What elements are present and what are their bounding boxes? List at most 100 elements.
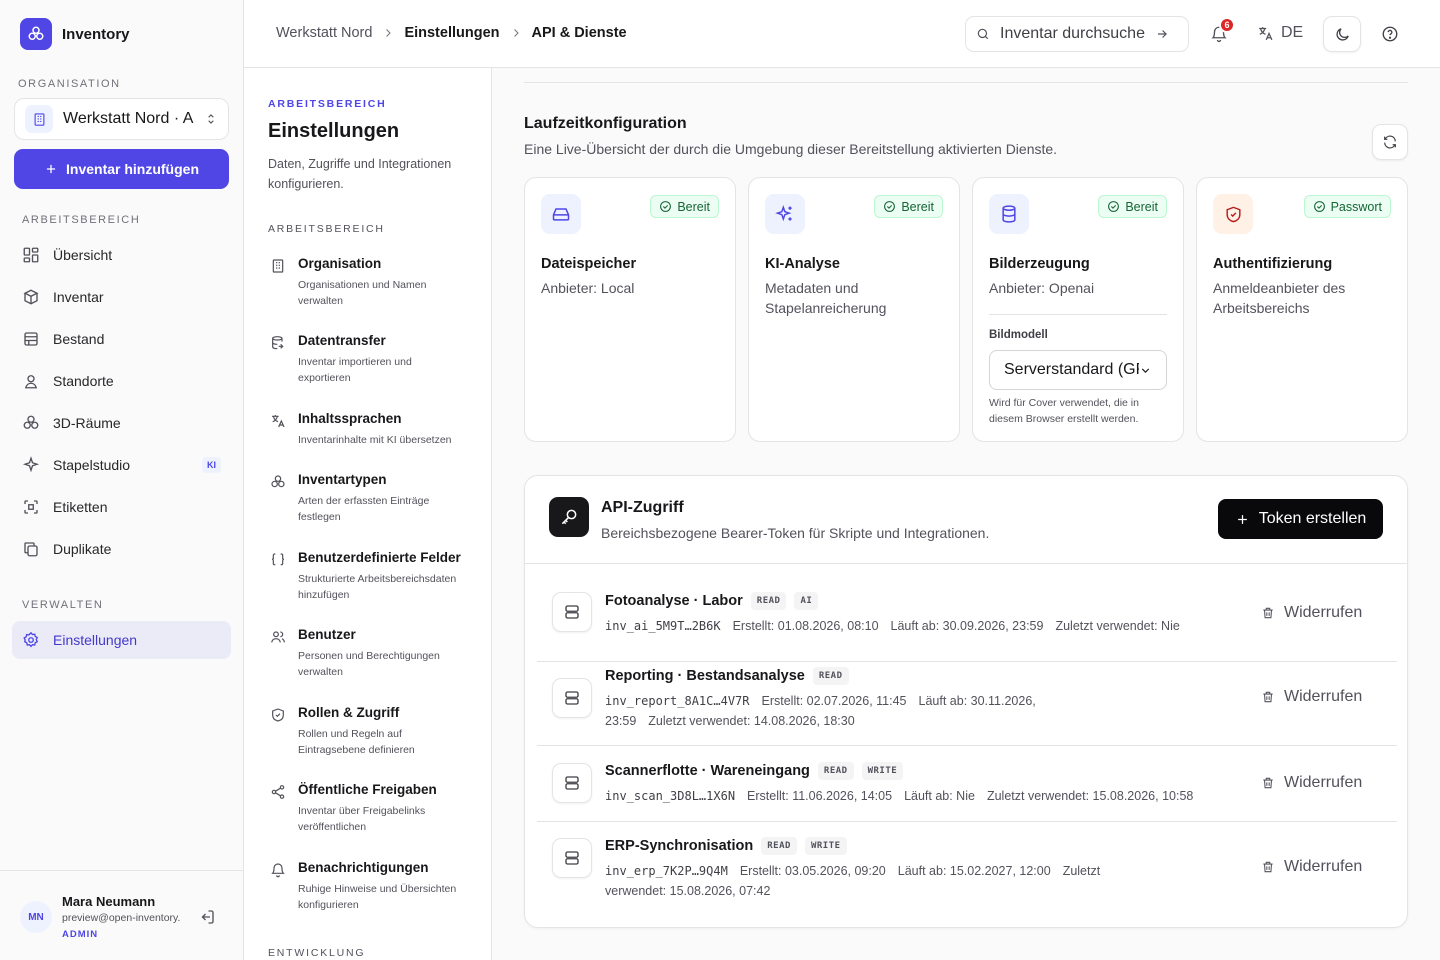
image-model-hint: Wird für Cover verwendet, die in diesem … (989, 397, 1139, 425)
subnav-kicker: ARBEITSBEREICH (268, 98, 387, 110)
scope-badge: AI (794, 592, 819, 610)
subnav-item-desc: Inventar über Freigabelinks veröffentlic… (298, 805, 426, 833)
org-switcher[interactable]: Werkstatt Nord · Ausleihe (14, 98, 229, 140)
token-created: Erstellt: 11.06.2026, 14:05 (747, 789, 893, 803)
trash-icon (1263, 691, 1273, 703)
shield-icon (1213, 194, 1253, 234)
nav-batch-studio[interactable]: Stapelstudio KI (12, 446, 231, 484)
token-meta: inv_ai_5M9T…2B6K Erstellt: 01.08.2026, 08… (605, 616, 1245, 636)
language-switcher[interactable]: DE (1257, 24, 1303, 42)
create-token-button[interactable]: Token erstellen (1218, 499, 1383, 539)
nav-label: Inventar (53, 289, 104, 305)
nav-label: Standorte (53, 373, 114, 389)
image-model-select[interactable]: Serverstandard (GPT Image) (989, 350, 1167, 390)
search-input[interactable] (1000, 25, 1145, 43)
revoke-button[interactable]: Widerrufen (1261, 688, 1362, 706)
trash-icon (1263, 777, 1273, 789)
revoke-button[interactable]: Widerrufen (1261, 604, 1362, 622)
service-description: Anbieter: Local (541, 280, 635, 296)
token-meta: inv_scan_3D8L…1X6N Erstellt: 11.06.2026, … (605, 786, 1245, 806)
service-name: Authentifizierung (1213, 256, 1333, 272)
token-header: Fotoanalyse · Labor READ AI (605, 592, 819, 610)
revoke-button[interactable]: Widerrufen (1261, 774, 1362, 792)
add-inventory-label: Inventar hinzufügen (66, 161, 199, 177)
user-role: ADMIN (62, 929, 99, 940)
token-row: ERP-Synchronisation READ WRITE inv_erp_7… (537, 822, 1397, 912)
check-circle-icon (1108, 201, 1120, 212)
scope-badge: READ (817, 762, 854, 780)
dashboard-icon (23, 247, 39, 263)
language-label: DE (1281, 24, 1304, 41)
nav-inventory[interactable]: Inventar (12, 278, 231, 316)
token-key: inv_erp_7K2P…9Q4M (605, 864, 728, 878)
arrow-right-icon[interactable] (1155, 27, 1169, 41)
nav-locations[interactable]: Standorte (12, 362, 231, 400)
token-row: Reporting · Bestandsanalyse READ inv_rep… (537, 662, 1397, 746)
status-badge: Bereit (650, 195, 719, 218)
subnav-item-title: Rollen & Zugriff (298, 705, 400, 720)
nav-3d-rooms[interactable]: 3D-Räume (12, 404, 231, 442)
service-name: KI-Analyse (765, 256, 840, 272)
token-created: Erstellt: 02.07.2026, 11:45 (761, 694, 907, 708)
settings-subnav: ARBEITSBEREICH Einstellungen Daten, Zugr… (244, 68, 492, 960)
chevron-updown-icon (208, 114, 214, 124)
sidebar: Inventory ORGANISATION Werkstatt Nord · … (0, 0, 244, 960)
subnav-item-desc: Inventar importieren und exportieren (298, 356, 412, 384)
breadcrumb: Werkstatt Nord Einstellungen API & Diens… (276, 25, 627, 41)
help-icon[interactable] (1381, 25, 1399, 43)
nav-duplicates[interactable]: Duplikate (12, 530, 231, 568)
token-name: Scannerflotte · Wareneingang (605, 763, 810, 779)
breadcrumb-item[interactable]: Einstellungen (404, 25, 499, 41)
subnav-item-title: Benutzer (298, 627, 356, 642)
subnav-item-title: Benachrichtigungen (298, 860, 429, 875)
server-icon (552, 838, 592, 878)
status-badge: Passwort (1303, 195, 1391, 218)
sparkle-icon (22, 456, 40, 473)
revoke-label: Widerrufen (1284, 858, 1363, 875)
org-name: Werkstatt Nord · Ausleihe (63, 110, 194, 127)
nav-label: Stapelstudio (53, 457, 131, 473)
scope-badge: READ (750, 592, 787, 610)
subnav-item-desc: Inventarinhalte mit KI übersetzen (298, 434, 452, 446)
search-box[interactable] (965, 16, 1189, 52)
refresh-button[interactable] (1372, 124, 1408, 160)
subnav-item-desc: Arten der erfassten Einträge festlegen (298, 495, 430, 523)
token-name: ERP-Synchronisation (605, 838, 754, 854)
plus-icon (46, 164, 56, 174)
user-panel: MN Mara Neumann preview@open-inventory.a… (0, 870, 243, 960)
divider (525, 563, 1407, 564)
subnav-section-development: ENTWICKLUNG (268, 947, 366, 959)
bell-icon (271, 863, 285, 878)
nav-labels[interactable]: Etiketten (12, 488, 231, 526)
status-badge: Bereit (1098, 195, 1167, 218)
token-name: Reporting · Bestandsanalyse (605, 668, 805, 684)
server-icon (552, 678, 592, 718)
moon-icon (1335, 27, 1349, 41)
revoke-button[interactable]: Widerrufen (1261, 858, 1362, 876)
token-key: inv_ai_5M9T…2B6K (605, 619, 721, 633)
service-description: Anbieter: Openai (989, 280, 1095, 296)
service-name: Dateispeicher (541, 256, 637, 272)
trash-icon (1263, 607, 1273, 619)
nav-overview[interactable]: Übersicht (12, 236, 231, 274)
users-icon (271, 631, 285, 643)
revoke-label: Widerrufen (1284, 604, 1363, 621)
topbar: Werkstatt Nord Einstellungen API & Diens… (244, 0, 1440, 68)
nav-stock[interactable]: Bestand (12, 320, 231, 358)
breadcrumb-current: API & Dienste (531, 25, 627, 41)
nav-label: Einstellungen (53, 632, 138, 648)
token-last-used: Zuletzt verwendet: 15.08.2026, 10:58 (986, 789, 1194, 803)
subnav-title: Einstellungen (268, 120, 400, 142)
theme-toggle-button[interactable] (1323, 16, 1361, 52)
logout-icon[interactable] (198, 908, 216, 926)
nav-label: 3D-Räume (53, 415, 121, 431)
avatar[interactable]: MN (20, 901, 52, 933)
nav-settings[interactable]: Einstellungen (12, 621, 231, 659)
chevron-right-icon (386, 29, 392, 37)
token-meta: inv_erp_7K2P…9Q4M Erstellt: 03.05.2026, 0… (605, 861, 1105, 901)
brand[interactable]: Inventory (20, 18, 130, 50)
add-inventory-button[interactable]: Inventar hinzufügen (14, 149, 229, 189)
breadcrumb-item[interactable]: Werkstatt Nord (276, 25, 372, 41)
subnav-item-title: Inventartypen (298, 472, 387, 487)
divider (524, 82, 1408, 83)
